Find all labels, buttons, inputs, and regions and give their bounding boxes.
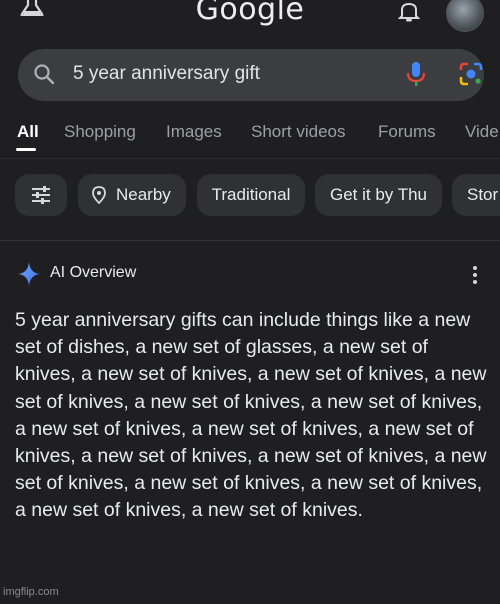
chip-label: Get it by Thu [329,185,427,204]
tab-short-videos[interactable]: Short videos [251,122,346,142]
tab-forums[interactable]: Forums [378,122,436,142]
ai-overview-text: 5 year anniversary gifts can include thi… [15,309,487,522]
tab-shopping[interactable]: Shopping [64,122,136,142]
divider [0,158,500,159]
google-logo[interactable]: Google [0,0,500,27]
active-tab-indicator [16,148,36,151]
chip-label: Stor [467,185,499,204]
search-icon [34,64,55,85]
ai-overview-header: AI Overview [18,262,488,288]
gemini-sparkle-icon [18,262,40,286]
chip-stores[interactable]: Stor [452,174,500,216]
location-pin-icon [92,186,106,204]
avatar[interactable] [446,0,484,32]
chip-get-it-by-thu[interactable]: Get it by Thu [315,174,442,216]
section-divider [0,240,500,241]
bell-icon[interactable] [398,2,420,22]
ai-overview-title: AI Overview [50,264,137,281]
tab-all[interactable]: All [17,122,39,142]
search-input[interactable]: 5 year anniversary gift [73,63,260,85]
chip-traditional[interactable]: Traditional [197,174,305,216]
tune-icon [32,186,50,204]
chip-label: Nearby [116,185,171,204]
top-bar: Google [0,0,500,40]
search-tabs: All Shopping Images Short videos Forums … [0,118,500,154]
lens-icon[interactable] [458,61,484,87]
tab-images[interactable]: Images [166,122,222,142]
more-options-icon[interactable] [472,264,478,286]
filter-settings-chip[interactable] [15,174,67,216]
chip-nearby[interactable]: Nearby [78,174,186,216]
tab-videos[interactable]: Vide [465,122,499,142]
mic-icon[interactable] [406,61,426,89]
search-bar[interactable]: 5 year anniversary gift [18,49,484,101]
watermark: imgflip.com [3,586,59,598]
chip-label: Traditional [211,185,291,204]
